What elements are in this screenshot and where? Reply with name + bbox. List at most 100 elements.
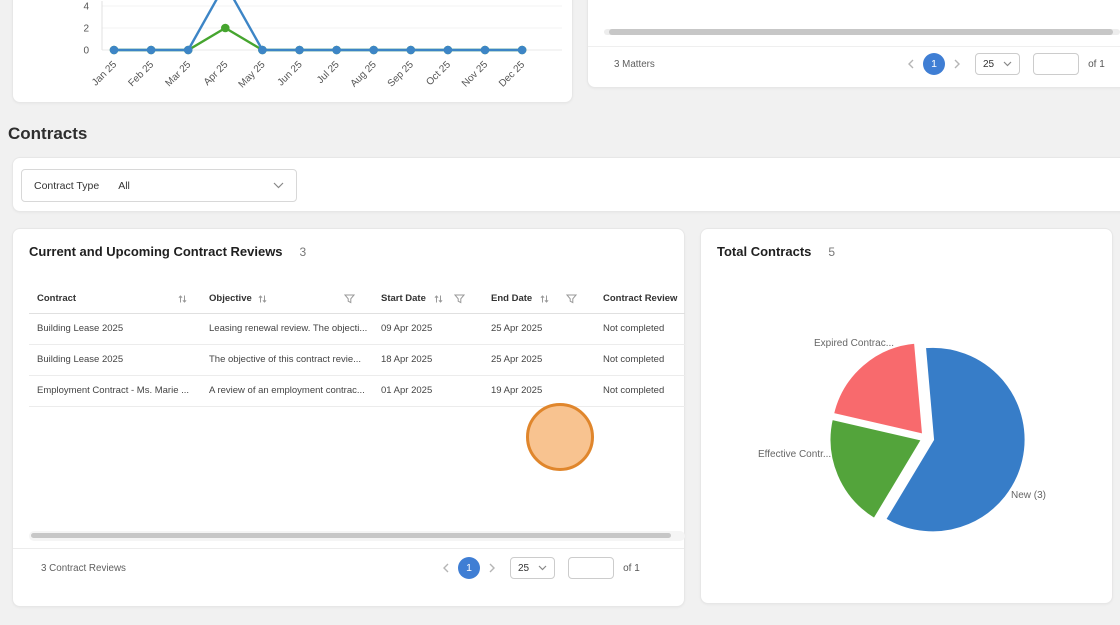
x-axis-tick-label: Nov 25: [460, 59, 490, 89]
x-axis-tick-label: Jun 25: [276, 59, 305, 88]
cell-objective: A review of an employment contrac...: [201, 375, 373, 407]
line-series: [114, 26, 523, 52]
chevron-down-icon: [1003, 61, 1012, 67]
filter-funnel-icon[interactable]: [344, 294, 355, 304]
cell-contract: Building Lease 2025: [29, 344, 201, 376]
data-point: [443, 45, 453, 55]
pie-slice-label: Expired Contrac...: [814, 338, 894, 349]
total-contracts-card: Total Contracts 5 Expired Contrac... Effe…: [700, 228, 1113, 604]
cell-status: Not completed: [595, 344, 685, 376]
data-point: [258, 45, 267, 55]
card-title: Current and Upcoming Contract Reviews: [29, 244, 283, 259]
x-axis-tick-label: Aug 25: [349, 59, 379, 89]
reviews-table-container: Contract Objective Start Date End Date C…: [29, 285, 685, 527]
line-series: [114, 0, 523, 52]
cell-start_date: 01 Apr 2025: [373, 375, 483, 407]
cell-end_date: 19 Apr 2025: [483, 375, 595, 407]
data-point: [517, 45, 527, 55]
x-axis-tick-label: Mar 25: [164, 59, 194, 89]
page-of-label: of 1: [1088, 58, 1105, 70]
column-header-start-date[interactable]: Start Date: [373, 285, 483, 314]
column-header-objective[interactable]: Objective: [201, 285, 373, 314]
reviews-count-label: 3 Contract Reviews: [41, 563, 126, 574]
column-header-end-date[interactable]: End Date: [483, 285, 595, 314]
sort-icon[interactable]: [540, 294, 549, 304]
matters-line-chart: 0 2 4 Jan 25 Feb 25 Mar 25 Apr 25 May 25 Jun 25 J…: [83, 0, 562, 90]
chevron-left-icon: [908, 59, 914, 69]
matters-line-chart-card: 0 2 4 Jan 25 Feb 25 Mar 25 Apr 25 May 25 Jun 25 J…: [12, 0, 573, 103]
chevron-right-icon: [954, 59, 960, 69]
filter-label: Contract Type: [34, 179, 100, 192]
card-title-row: Current and Upcoming Contract Reviews 3: [29, 244, 306, 259]
cell-status: Not completed: [595, 375, 685, 407]
data-point: [221, 23, 230, 33]
sort-icon[interactable]: [178, 294, 187, 304]
click-indicator: [526, 403, 594, 471]
horizontal-scrollbar-thumb[interactable]: [609, 29, 1113, 35]
matters-pagination: 1 25 of 1: [906, 53, 1105, 75]
matters-count-label: 3 Matters: [614, 59, 655, 70]
cell-start_date: 09 Apr 2025: [373, 313, 483, 345]
sort-icon[interactable]: [434, 294, 443, 304]
x-axis-tick-label: Jan 25: [90, 59, 119, 88]
data-point: [332, 45, 341, 55]
next-page-button[interactable]: [487, 561, 497, 575]
page-size-select[interactable]: 25: [975, 53, 1021, 75]
cell-start_date: 18 Apr 2025: [373, 344, 483, 376]
reviews-table-body: Building Lease 2025 Leasing renewal revie…: [29, 313, 685, 407]
x-axis-tick-label: Feb 25: [126, 59, 156, 89]
data-point: [146, 45, 156, 55]
data-point: [369, 45, 379, 55]
data-point: [480, 45, 490, 55]
current-page-button[interactable]: 1: [923, 53, 945, 75]
data-point: [406, 45, 416, 55]
cell-end_date: 25 Apr 2025: [483, 313, 595, 345]
cell-end_date: 25 Apr 2025: [483, 344, 595, 376]
sort-icon[interactable]: [258, 294, 267, 304]
contracts-filter-bar: Contract Type All: [12, 157, 1120, 212]
column-header-contract[interactable]: Contract: [29, 285, 201, 314]
current-page-button[interactable]: 1: [458, 557, 480, 579]
total-contracts-pie: Expired Contrac... Effective Contr... New …: [758, 338, 1046, 534]
table-row[interactable]: Building Lease 2025 The objective of this…: [29, 344, 685, 376]
column-label: End Date: [491, 293, 533, 305]
y-axis-tick-label: 2: [83, 24, 89, 35]
filter-funnel-icon[interactable]: [566, 294, 577, 304]
x-axis-tick-label: May 25: [237, 59, 268, 90]
x-axis-tick-label: Oct 25: [424, 59, 453, 88]
chevron-right-icon: [489, 563, 495, 573]
horizontal-scrollbar-thumb[interactable]: [31, 533, 671, 538]
cell-objective: The objective of this contract revie...: [201, 344, 373, 376]
contracts-section-heading: Contracts: [8, 124, 88, 143]
column-label: Contract: [37, 293, 77, 305]
data-point: [183, 45, 193, 55]
filter-funnel-icon[interactable]: [454, 294, 465, 304]
page-of-label: of 1: [623, 562, 640, 574]
page-size-value: 25: [983, 58, 995, 70]
cell-contract: Employment Contract - Ms. Marie ...: [29, 375, 201, 407]
filter-value: All: [118, 179, 130, 192]
footer-divider: [13, 548, 684, 549]
cell-status: Not completed: [595, 313, 685, 345]
page-size-select[interactable]: 25: [510, 557, 556, 579]
table-row[interactable]: Employment Contract - Ms. Marie ... A rev…: [29, 375, 685, 407]
column-header-contract-review[interactable]: Contract Review: [595, 285, 685, 314]
chevron-down-icon: [273, 182, 284, 189]
prev-page-button[interactable]: [441, 561, 451, 575]
pie-slice-label: New (3): [1011, 490, 1046, 501]
page-size-value: 25: [518, 562, 530, 574]
data-point: [295, 45, 304, 55]
dashboard-page: 0 2 4 Jan 25 Feb 25 Mar 25 Apr 25 May 25 Jun 25 J…: [0, 0, 1120, 625]
data-point: [109, 45, 119, 55]
card-count: 3: [299, 245, 307, 259]
page-jump-input[interactable]: [1033, 53, 1080, 75]
contract-type-filter[interactable]: Contract Type All: [21, 169, 297, 202]
footer-divider: [588, 46, 1120, 47]
chevron-left-icon: [443, 563, 449, 573]
next-page-button[interactable]: [952, 57, 962, 71]
column-label: Objective: [209, 293, 252, 305]
prev-page-button[interactable]: [906, 57, 916, 71]
page-jump-input[interactable]: [568, 557, 615, 579]
table-row[interactable]: Building Lease 2025 Leasing renewal revie…: [29, 313, 685, 345]
x-axis-tick-label: Sep 25: [386, 59, 416, 89]
